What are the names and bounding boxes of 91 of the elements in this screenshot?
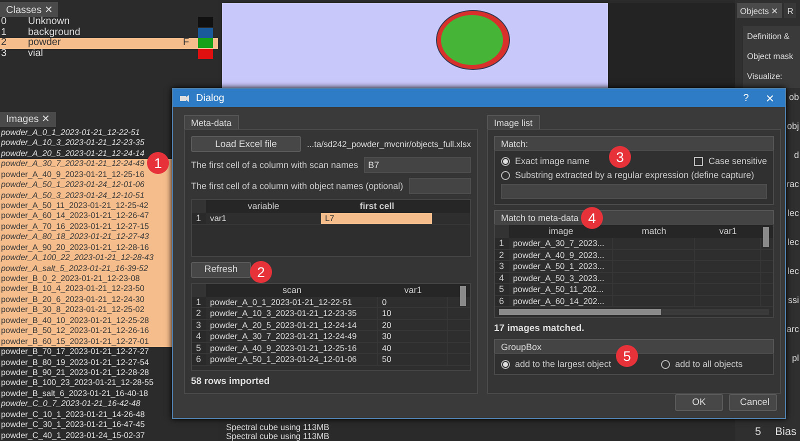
table-cell: 40 (378, 342, 448, 354)
setting-label: arc (786, 324, 799, 335)
log-line: Spectral cube using 113MB (226, 432, 330, 441)
bias-label: Bias (775, 426, 797, 438)
import-status: 58 rows imported (191, 376, 271, 387)
row-number: 1 (192, 296, 206, 308)
image-list-tab[interactable]: Image list (487, 115, 540, 129)
row-number: 6 (192, 354, 206, 365)
class-row[interactable]: 1 background (0, 28, 218, 38)
table-cell: powder_A_50_1_2023-01-24_12-01-06 (206, 354, 378, 365)
classes-tab[interactable]: Classes ✕ (0, 2, 58, 17)
help-button[interactable]: ? (737, 92, 755, 104)
setting-label: lec (787, 208, 799, 219)
setting-label: ssi (788, 295, 799, 306)
table-cell: 0 (378, 296, 448, 308)
scrollbar[interactable] (763, 227, 769, 247)
row-number: 5 (192, 342, 206, 354)
file-path: ...ta/sd242_powder_mvcnir/objects_full.xlsx (307, 139, 471, 149)
load-excel-button[interactable]: Load Excel file (191, 136, 302, 152)
column-header: variable (246, 200, 280, 213)
table-cell: powder_A_30_7_2023-01-21_12-24-49 (206, 331, 378, 342)
meta-data-tab[interactable]: Meta-data (184, 115, 239, 129)
row-number: 3 (192, 320, 206, 330)
regex-field[interactable] (501, 184, 767, 199)
setting-label: lec (787, 266, 799, 277)
row-number: 1 (192, 213, 206, 224)
input-field[interactable]: B7 (364, 157, 471, 173)
table-cell: powder_A_60_14_202... (509, 296, 613, 306)
setting-label: Object mask (747, 51, 794, 61)
column-header: first cell (358, 200, 396, 213)
column-header: scan (281, 284, 302, 297)
class-row[interactable]: 2 powder F (0, 38, 218, 48)
input-field[interactable] (409, 178, 471, 194)
case-sensitive-checkbox[interactable]: Case sensitive (694, 156, 767, 166)
setting-label: obj (786, 121, 799, 132)
table-cell: powder_A_50_11_202... (509, 284, 613, 294)
row-number: 5 (495, 284, 509, 294)
image-list-item[interactable]: powder_C_30_1_2023-01-21_16-47-45 (0, 420, 218, 431)
setting-label: Definition & (747, 31, 790, 41)
refresh-button[interactable]: Refresh (191, 262, 251, 278)
row-number: 4 (192, 331, 206, 342)
table-cell: 30 (378, 331, 448, 342)
row-number: 5 (755, 426, 762, 438)
setting-label: pl (792, 353, 799, 364)
table-cell: powder_A_40_9_2023-01-21_12-25-16 (206, 342, 378, 354)
setting-label: ob (788, 92, 799, 103)
scrollbar[interactable] (499, 309, 661, 315)
table-cell: powder_A_0_1_2023-01-21_12-22-51 (206, 296, 378, 308)
radio-button[interactable]: add to the largest object (501, 359, 612, 369)
row-number: 4 (495, 272, 509, 283)
row-number: 1 (495, 238, 509, 248)
close-button[interactable]: × (761, 90, 779, 106)
dialog-icon (179, 93, 190, 103)
row-number: 2 (495, 250, 509, 260)
dialog-button[interactable]: OK (675, 394, 723, 411)
table-cell[interactable]: L7 (321, 213, 433, 224)
setting-label: Visualize: (747, 71, 784, 81)
table-cell: powder_A_20_5_2023-01-21_12-24-14 (206, 320, 378, 330)
table-cell: 50 (378, 354, 448, 365)
radio-button[interactable]: Substring extracted by a regular expression (define capture) (501, 170, 767, 180)
row-number: 2 (192, 308, 206, 319)
panel-tab[interactable]: Objects ✕ (737, 3, 782, 18)
table-cell: powder_A_50_1_2023... (509, 261, 613, 272)
column-header: var1 (718, 225, 738, 238)
column-header: var1 (403, 284, 423, 297)
class-row[interactable]: 3 vial (0, 48, 218, 59)
radio-button[interactable]: add to all objects (661, 359, 743, 369)
match-group-title: Match: (494, 136, 774, 150)
table-cell: powder_A_50_3_2023... (509, 272, 613, 283)
setting-label: lec (787, 237, 799, 248)
images-tab[interactable]: Images ✕ (0, 112, 56, 127)
panel-tab[interactable]: R (784, 3, 796, 18)
column-header: image (548, 225, 574, 238)
dialog-title: Dialog (196, 92, 226, 104)
table-cell: powder_A_10_3_2023-01-21_12-23-35 (206, 308, 378, 319)
log-line: Spectral cube using 113MB (226, 423, 330, 432)
scrollbar[interactable] (460, 286, 466, 306)
table-cell: powder_A_30_7_2023... (509, 238, 613, 248)
table-cell: 10 (378, 308, 448, 319)
row-number: 3 (495, 261, 509, 272)
setting-label: d (794, 150, 799, 161)
setting-label: rac (786, 179, 799, 190)
dialog-button[interactable]: Cancel (729, 394, 777, 411)
radio-button[interactable]: Exact image name (501, 156, 590, 166)
table-cell: powder_A_40_9_2023... (509, 250, 613, 260)
row-number: 6 (495, 296, 509, 306)
match-status: 17 images matched. (494, 323, 586, 334)
column-header: match (640, 225, 668, 238)
class-row[interactable]: 0 Unknown (0, 17, 218, 28)
table-cell: 20 (378, 320, 448, 330)
image-list-item[interactable]: powder_C_40_1_2023-01-24_15-02-37 (0, 430, 218, 441)
